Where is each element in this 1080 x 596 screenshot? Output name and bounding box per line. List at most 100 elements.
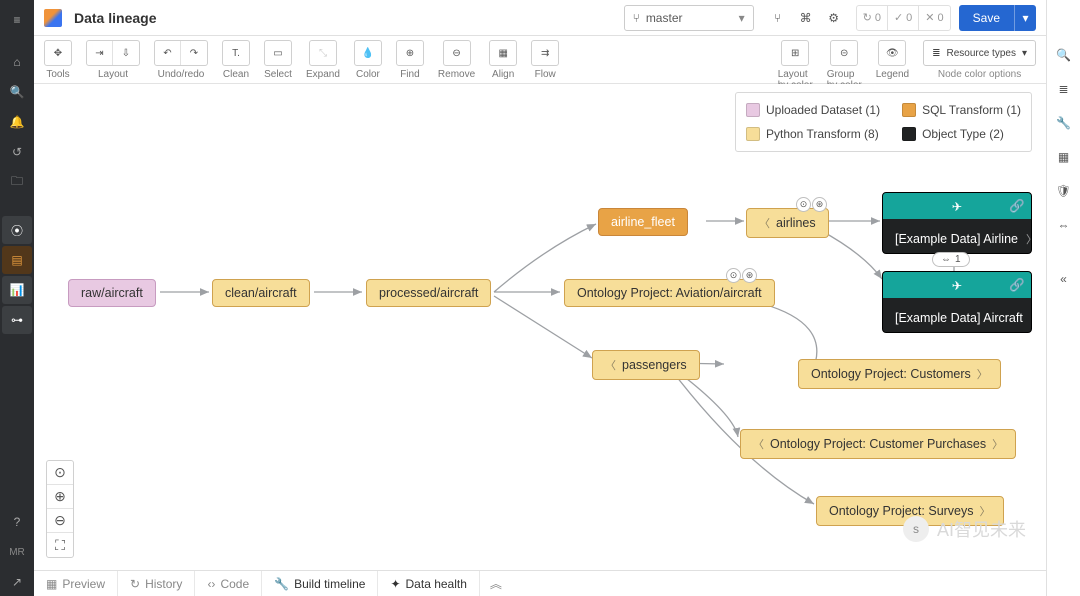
right-rail: 🔍 ≣ 🔧 ▦ 🛡 ⇔ « (1046, 0, 1080, 596)
redo-icon[interactable]: ↷ (181, 41, 207, 65)
node-ontology-surveys[interactable]: Ontology Project: Surveys〉 (816, 496, 1004, 526)
toolbar-label-select: Select (264, 69, 292, 80)
node-passengers[interactable]: 〈passengers (592, 350, 700, 380)
flow-icon[interactable]: ⇉ (532, 41, 558, 65)
expand-icon[interactable]: ↗ (2, 568, 32, 596)
chevron-right-icon: 〉 (1031, 310, 1032, 326)
tab-preview[interactable]: ▦ Preview (34, 571, 118, 596)
color-icon[interactable]: 💧 (355, 41, 381, 65)
branch-selector[interactable]: ⑂ master ▾ (624, 5, 754, 31)
link-count-badge[interactable]: ⇔ 1 (932, 252, 970, 267)
find-icon[interactable]: ⊕ (397, 41, 423, 65)
gear-icon[interactable]: ⚙ (820, 5, 848, 31)
toolbar-label-align: Align (492, 69, 514, 80)
toolbar-label-legend: Legend (876, 69, 909, 80)
tabs-collapse-icon[interactable]: ︽ (480, 571, 512, 596)
node-airlines-badges[interactable]: ⊙⊛ (796, 197, 827, 212)
tools-icon[interactable]: ✥ (45, 41, 71, 65)
tab-history[interactable]: ↻ History (118, 571, 195, 596)
search-icon[interactable]: 🔍 (2, 78, 32, 106)
help-icon[interactable]: ? (2, 508, 32, 536)
node-object-aircraft[interactable]: ✈🔗 [Example Data] Aircraft〉 (882, 271, 1032, 333)
rr-search-icon[interactable]: 🔍 (1050, 42, 1078, 68)
home-icon[interactable]: ⌂ (2, 48, 32, 76)
branch-name: master (646, 11, 683, 25)
chevron-right-icon: 〉 (980, 503, 991, 519)
history-icon[interactable]: ↺ (2, 138, 32, 166)
nav-item-chart[interactable]: 📊 (2, 276, 32, 304)
rr-shield-icon[interactable]: 🛡 (1050, 178, 1078, 204)
toolbar: ✥Tools ⇥⇩Layout ↶↷Undo/redo T.Clean ▭Sel… (34, 36, 1046, 84)
remove-icon[interactable]: ⊖ (444, 41, 470, 65)
layout-ltr-icon[interactable]: ⇥ (87, 41, 113, 65)
legend-panel: Uploaded Dataset (1) SQL Transform (1) P… (735, 92, 1032, 152)
rr-collapse-icon[interactable]: « (1050, 266, 1078, 292)
node-ontology-customers[interactable]: Ontology Project: Customers〉 (798, 359, 1001, 389)
undo-icon[interactable]: ↶ (155, 41, 181, 65)
node-airline-fleet[interactable]: airline_fleet (598, 208, 688, 236)
expand-icon-btn[interactable]: ⤡ (310, 41, 336, 65)
node-object-airline[interactable]: ✈🔗 [Example Data] Airline〉 (882, 192, 1032, 254)
stat-error[interactable]: ✕ 0 (919, 6, 949, 30)
zoom-in-icon[interactable]: ⊕ (47, 485, 73, 509)
node-raw-aircraft[interactable]: raw/aircraft (68, 279, 156, 307)
stat-ok[interactable]: ✓ 0 (888, 6, 919, 30)
stat-refresh[interactable]: ↻ 0 (857, 6, 888, 30)
user-badge[interactable]: MR (2, 538, 32, 566)
folder-icon[interactable]: 🗀 (2, 168, 32, 196)
plane-icon: ✈ (952, 278, 962, 293)
branch-icon: ⑂ (633, 11, 640, 25)
layout-by-color-icon[interactable]: ⊞ (782, 41, 808, 65)
clean-icon[interactable]: T. (223, 41, 249, 65)
legend-label-uploaded: Uploaded Dataset (1) (766, 103, 880, 117)
chevron-right-icon: 〉 (977, 366, 988, 382)
page-title: Data lineage (74, 10, 156, 26)
link-icon: 🔗 (1009, 278, 1025, 293)
node-airlines[interactable]: 〈airlines (746, 208, 829, 238)
nav-item-dataset[interactable]: ▤ (2, 246, 32, 274)
align-icon[interactable]: ▦ (490, 41, 516, 65)
nav-item-selected-1[interactable]: ⦿ (2, 216, 32, 244)
link-icon: 🔗 (1009, 199, 1025, 214)
shortcut-icon[interactable]: ⌘ (792, 5, 820, 31)
rr-calendar-icon[interactable]: ▦ (1050, 144, 1078, 170)
legend-label-sql: SQL Transform (1) (922, 103, 1021, 117)
group-by-color-icon[interactable]: ⊝ (831, 41, 857, 65)
toolbar-label-remove: Remove (438, 69, 475, 80)
chevron-right-icon: 〉 (1026, 231, 1032, 247)
branch-graph-icon[interactable]: ⑂ (764, 5, 792, 31)
rr-expand-icon[interactable]: ⇔ (1050, 212, 1078, 238)
legend-label-python: Python Transform (8) (766, 127, 879, 141)
node-clean-aircraft[interactable]: clean/aircraft (212, 279, 310, 307)
layout-ttb-icon[interactable]: ⇩ (113, 41, 139, 65)
tab-code[interactable]: ‹› Code (195, 571, 262, 596)
toolbar-label-flow: Flow (535, 69, 556, 80)
node-color-sublabel: Node color options (938, 69, 1021, 80)
node-ontology-aviation[interactable]: Ontology Project: Aviation/aircraft (564, 279, 775, 307)
left-nav-rail: ≡ ⌂ 🔍 🔔 ↺ 🗀 ⦿ ▤ 📊 ⊶ ? MR ↗ (0, 0, 34, 596)
zoom-fit-icon[interactable]: ⊙ (47, 461, 73, 485)
zoom-out-icon[interactable]: ⊖ (47, 509, 73, 533)
bottom-tabs: ▦ Preview ↻ History ‹› Code 🔧 Build time… (34, 570, 1046, 596)
menu-icon[interactable]: ≡ (2, 6, 32, 34)
rr-list-icon[interactable]: ≣ (1050, 76, 1078, 102)
resource-types-dropdown[interactable]: ≣Resource types▾ (923, 40, 1036, 66)
legend-label-object: Object Type (2) (922, 127, 1004, 141)
bell-icon[interactable]: 🔔 (2, 108, 32, 136)
lineage-canvas[interactable]: Uploaded Dataset (1) SQL Transform (1) P… (34, 84, 1046, 570)
node-processed-aircraft[interactable]: processed/aircraft (366, 279, 491, 307)
select-icon[interactable]: ▭ (265, 41, 291, 65)
node-aviation-badges[interactable]: ⊙⊛ (726, 268, 757, 283)
rr-wrench-icon[interactable]: 🔧 (1050, 110, 1078, 136)
save-button[interactable]: Save (959, 5, 1014, 31)
tab-data-health[interactable]: ✦ Data health (378, 571, 479, 596)
nav-item-lineage[interactable]: ⊶ (2, 306, 32, 334)
node-ontology-purchases[interactable]: 〈Ontology Project: Customer Purchases〉 (740, 429, 1016, 459)
fullscreen-icon[interactable]: ⛶ (47, 533, 73, 557)
legend-toggle-icon[interactable]: 👁 (879, 41, 905, 65)
legend-swatch-object (902, 127, 916, 141)
tab-build-timeline[interactable]: 🔧 Build timeline (262, 571, 378, 596)
app-icon (44, 9, 62, 27)
toolbar-label-color: Color (356, 69, 380, 80)
save-dropdown[interactable]: ▾ (1014, 5, 1036, 31)
